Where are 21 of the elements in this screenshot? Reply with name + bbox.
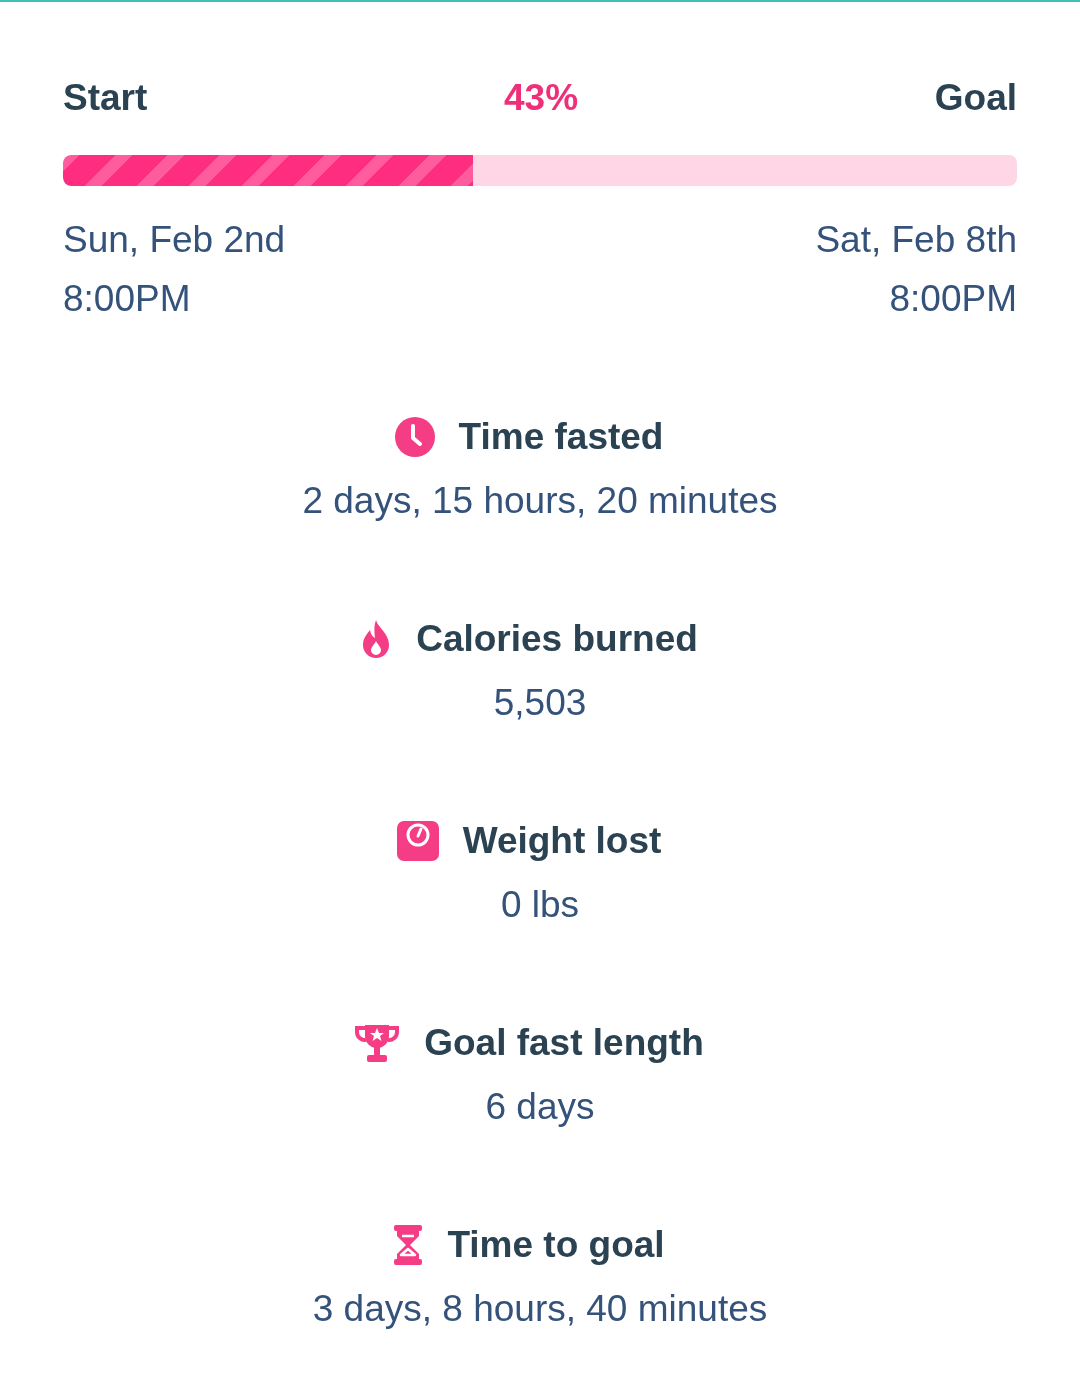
stat-title: Goal fast length bbox=[424, 1021, 704, 1065]
stat-title: Time fasted bbox=[458, 415, 664, 459]
stat-value: 5,503 bbox=[493, 681, 587, 725]
hourglass-icon bbox=[393, 1225, 424, 1265]
progress-percent: 43% bbox=[504, 76, 579, 120]
stat-value: 3 days, 8 hours, 40 minutes bbox=[312, 1287, 768, 1331]
stat-title: Weight lost bbox=[462, 819, 662, 863]
goal-label: Goal bbox=[934, 76, 1017, 120]
start-date: Sun, Feb 2nd bbox=[63, 218, 286, 262]
stat-title: Calories burned bbox=[416, 617, 698, 661]
stat-value: 6 days bbox=[485, 1085, 595, 1129]
goal-date: Sat, Feb 8th bbox=[815, 218, 1017, 262]
trophy-icon bbox=[354, 1023, 401, 1063]
start-label: Start bbox=[63, 76, 148, 120]
scale-icon bbox=[396, 821, 439, 861]
stat-value: 0 lbs bbox=[500, 883, 580, 927]
stat-value: 2 days, 15 hours, 20 minutes bbox=[302, 479, 778, 523]
goal-time: 8:00PM bbox=[889, 277, 1017, 321]
stat-title: Time to goal bbox=[447, 1223, 665, 1267]
clock-icon bbox=[394, 417, 435, 457]
start-time: 8:00PM bbox=[63, 277, 191, 321]
